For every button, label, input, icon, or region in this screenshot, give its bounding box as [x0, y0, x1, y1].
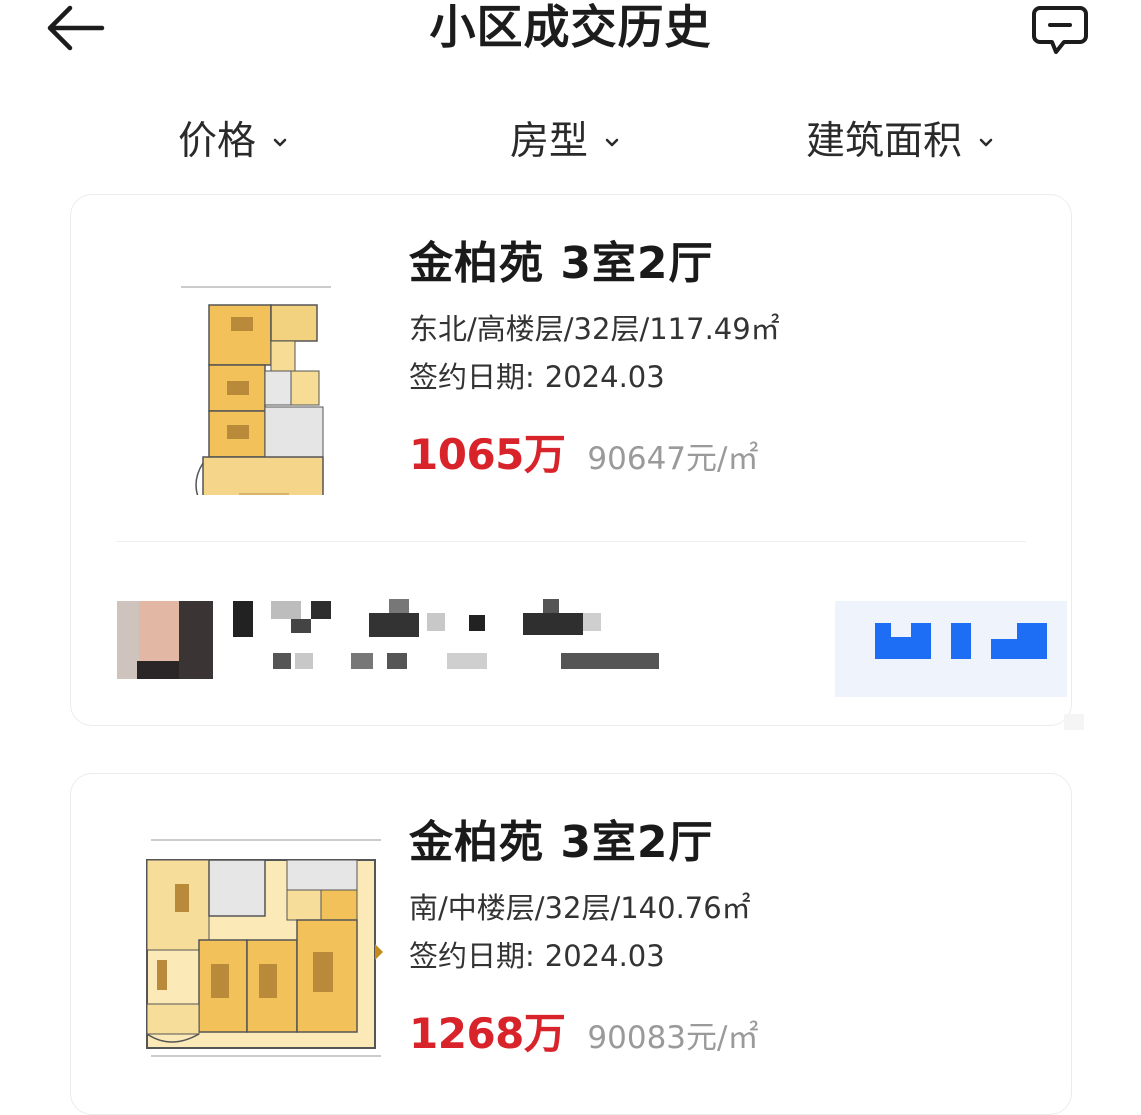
blur-block	[523, 613, 583, 635]
chevron-down-icon	[605, 138, 619, 147]
unit-price: 90647元/㎡	[587, 441, 759, 477]
listing-info: 金柏苑 3室2厅 南/中楼层/32层/140.76㎡ 签约日期: 2024.03 …	[409, 814, 1029, 1060]
feedback-button[interactable]	[1028, 2, 1092, 58]
blur-block	[351, 653, 373, 669]
sign-date-label: 签约日期:	[409, 939, 535, 973]
page-title: 小区成交历史	[429, 0, 712, 54]
blur-block	[469, 615, 485, 631]
top-nav-bar: 小区成交历史	[0, 0, 1141, 60]
blur-block	[583, 613, 601, 631]
blur-block	[951, 623, 971, 659]
blur-block	[561, 653, 659, 669]
sign-date-row: 签约日期: 2024.03	[409, 936, 1029, 976]
blur-block	[295, 653, 313, 669]
blur-block	[389, 599, 409, 613]
contact-agent-button[interactable]	[835, 601, 1067, 697]
listing-card[interactable]: 金柏苑 3室2厅 南/中楼层/32层/140.76㎡ 签约日期: 2024.03 …	[70, 773, 1072, 1115]
listing-info: 金柏苑 3室2厅 东北/高楼层/32层/117.49㎡ 签约日期: 2024.03…	[409, 235, 1029, 481]
filter-layout[interactable]: 房型	[510, 112, 620, 172]
total-price: 1065万	[409, 430, 566, 479]
blur-block	[273, 653, 291, 669]
sign-date-value: 2024.03	[544, 360, 665, 394]
avatar[interactable]	[117, 601, 213, 679]
filter-area[interactable]: 建筑面积	[806, 112, 994, 172]
filter-area-label: 建筑面积	[806, 119, 963, 164]
blur-block	[427, 613, 445, 631]
blur-block	[1064, 714, 1084, 730]
listing-title: 金柏苑 3室2厅	[409, 817, 714, 868]
blur-block	[271, 601, 301, 619]
blur-block	[543, 599, 559, 613]
blur-block	[387, 653, 407, 669]
filter-price[interactable]: 价格	[178, 112, 288, 172]
blur-block	[447, 653, 487, 669]
listing-specs: 南/中楼层/32层/140.76㎡	[409, 891, 751, 925]
sign-date-label: 签约日期:	[409, 360, 535, 394]
blur-block	[233, 601, 253, 637]
listing-specs: 东北/高楼层/32层/117.49㎡	[409, 312, 780, 346]
listing-card[interactable]: 金柏苑 3室2厅 东北/高楼层/32层/117.49㎡ 签约日期: 2024.03…	[70, 194, 1072, 726]
filter-layout-label: 房型	[510, 119, 589, 164]
unit-price: 90083元/㎡	[587, 1020, 759, 1056]
blur-block	[991, 623, 1017, 639]
divider	[116, 541, 1026, 542]
price-row: 1065万 90647元/㎡	[409, 421, 1029, 481]
agent-row-blurred	[111, 587, 1071, 697]
feedback-message-icon	[1032, 6, 1088, 54]
blur-block	[891, 623, 911, 637]
sign-date-value: 2024.03	[544, 939, 665, 973]
listing-title: 金柏苑 3室2厅	[409, 238, 714, 289]
chevron-down-icon	[979, 138, 993, 147]
total-price: 1268万	[409, 1009, 566, 1058]
blur-block	[311, 601, 331, 619]
floor-plan-image	[146, 839, 383, 1057]
chevron-down-icon	[273, 138, 287, 147]
filter-bar: 价格 房型 建筑面积	[0, 112, 1141, 172]
price-row: 1268万 90083元/㎡	[409, 1000, 1029, 1060]
blur-block	[369, 613, 419, 637]
sign-date-row: 签约日期: 2024.03	[409, 357, 1029, 397]
blur-block	[291, 619, 311, 633]
floor-plan-image	[181, 286, 331, 495]
filter-price-label: 价格	[178, 119, 257, 164]
